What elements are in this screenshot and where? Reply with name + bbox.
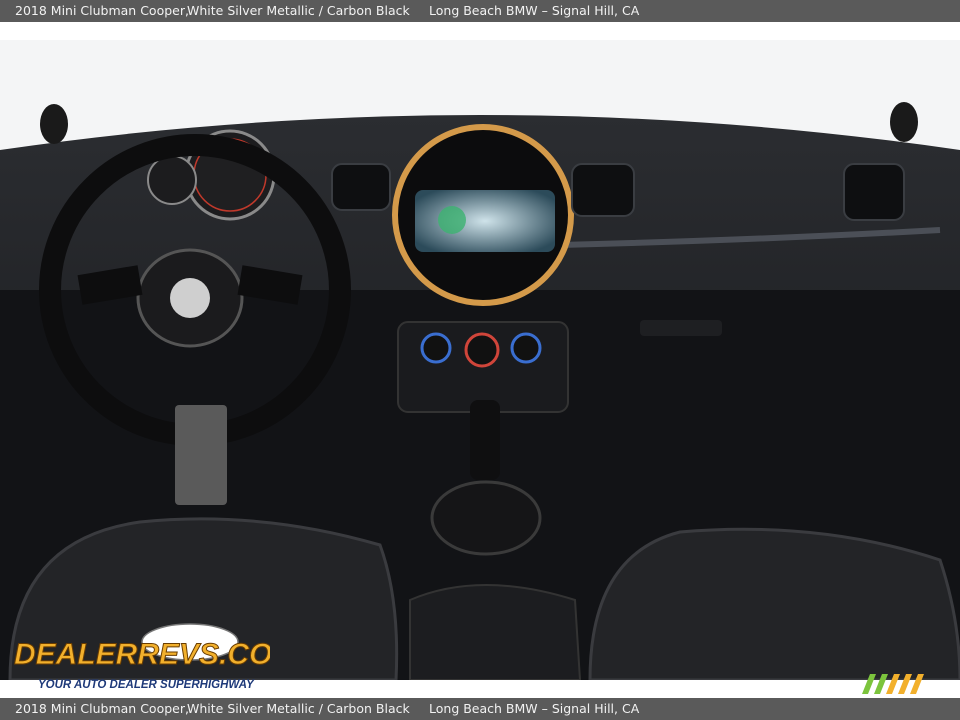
vehicle-title-bottom: 2018 Mini Clubman Cooper,	[15, 701, 189, 716]
caption-bar-top: 2018 Mini Clubman Cooper, White Silver M…	[0, 0, 960, 22]
vehicle-title: 2018 Mini Clubman Cooper,	[15, 3, 189, 18]
stripe-logo	[856, 674, 934, 694]
dealer-location: Long Beach BMW – Signal Hill, CA	[429, 3, 640, 18]
vehicle-colors: White Silver Metallic / Carbon Black	[187, 3, 410, 18]
dealer-location-bottom: Long Beach BMW – Signal Hill, CA	[429, 701, 640, 716]
vehicle-colors-bottom: White Silver Metallic / Carbon Black	[187, 701, 410, 716]
svg-text:YOUR AUTO DEALER SUPERHIGHWAY: YOUR AUTO DEALER SUPERHIGHWAY	[38, 679, 255, 691]
interior-photo	[0, 40, 960, 680]
dealerrevs-logo: DEALERREVS.COM YOUR AUTO DEALER SUPERHIG…	[10, 620, 299, 692]
svg-text:DEALERREVS.COM: DEALERREVS.COM	[14, 638, 270, 671]
caption-bar-bottom: 2018 Mini Clubman Cooper, White Silver M…	[0, 698, 960, 720]
